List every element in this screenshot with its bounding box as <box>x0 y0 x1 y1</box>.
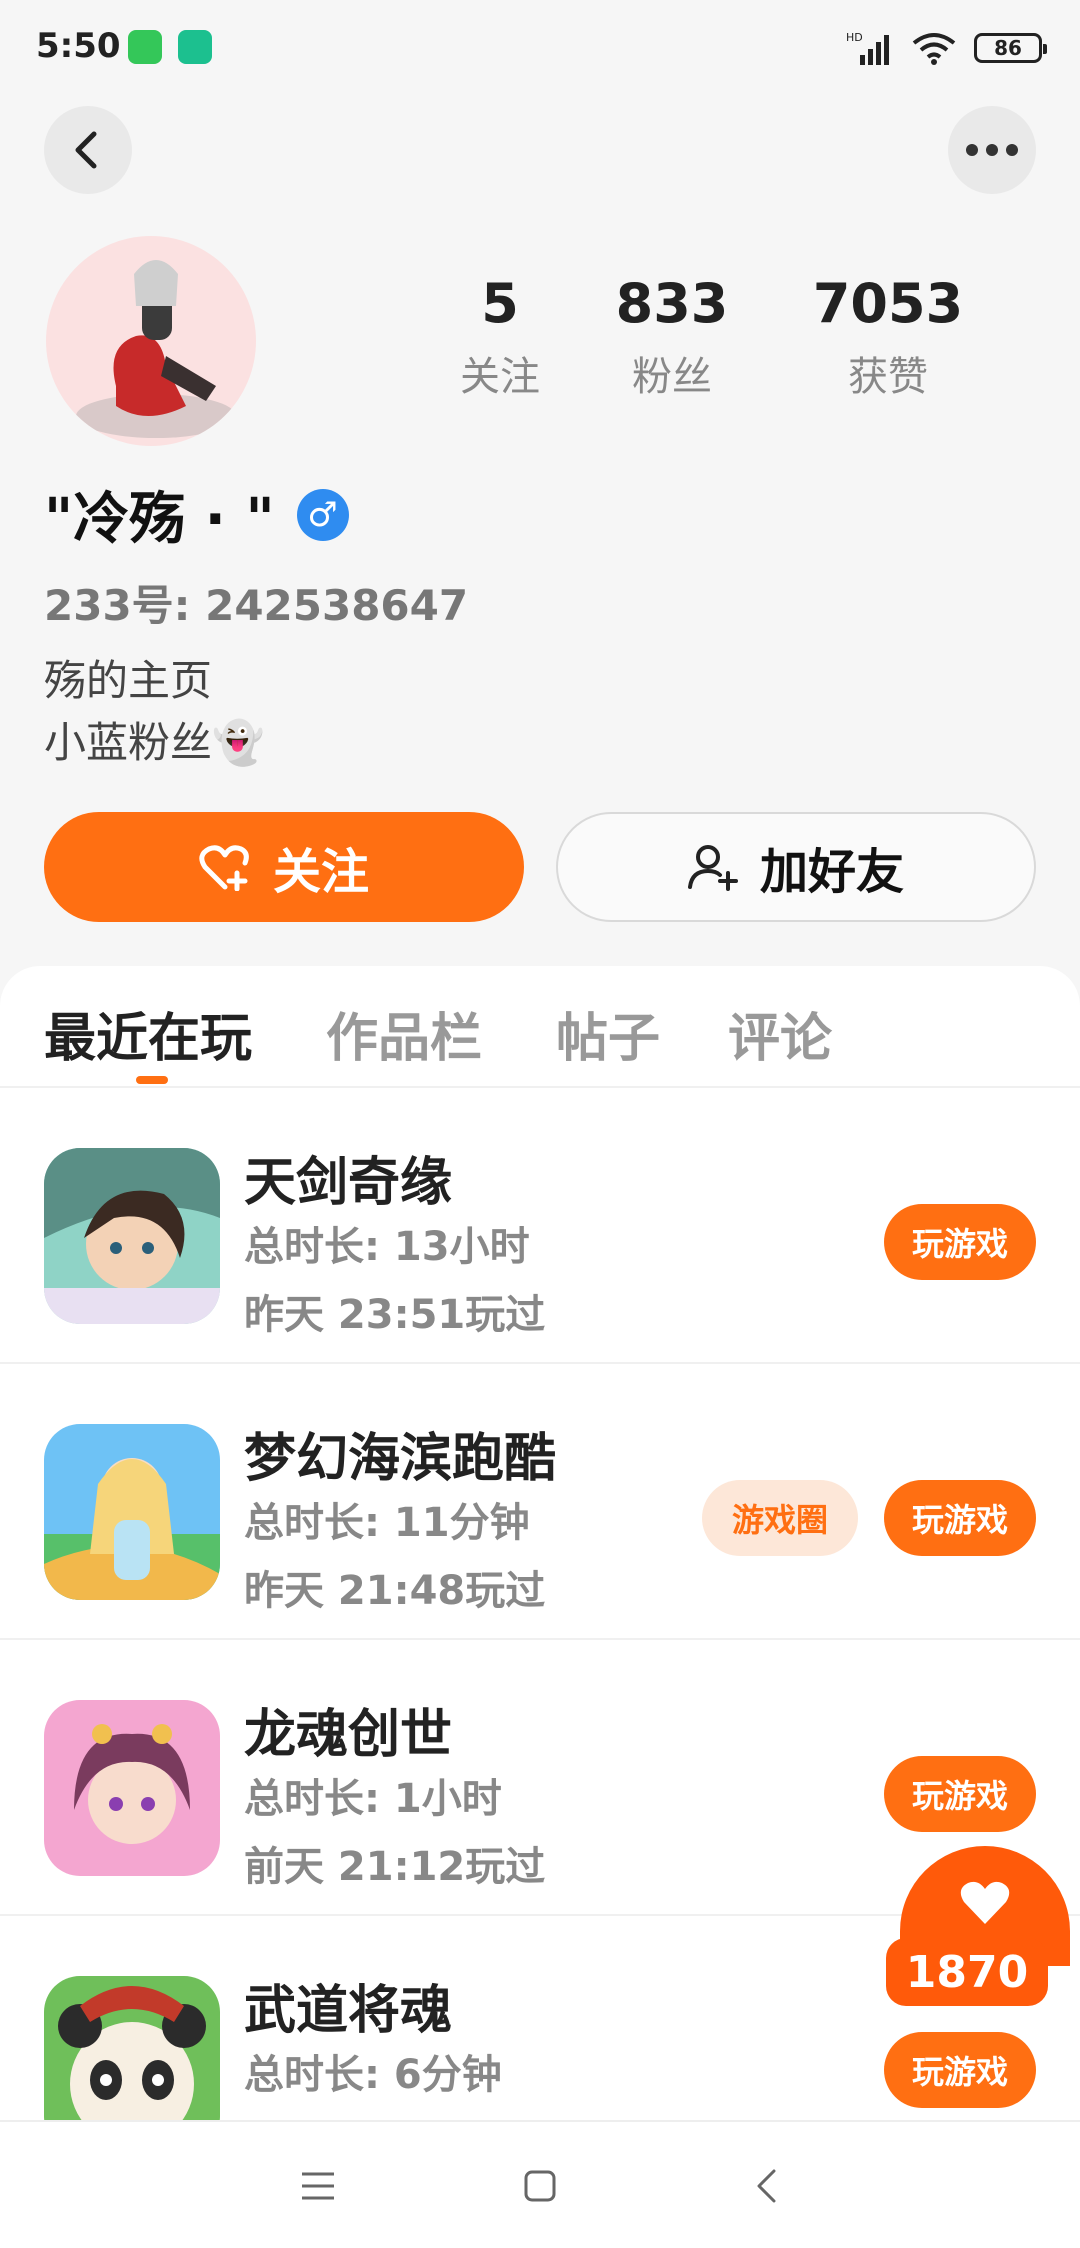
game-circle-button[interactable]: 游戏圈 <box>702 1480 858 1556</box>
game-title: 天剑奇缘 <box>244 1153 453 1213</box>
notification-app-icon-2 <box>178 30 212 64</box>
game-icon[interactable] <box>44 1700 220 1876</box>
tab-posts[interactable]: 帖子 <box>556 996 660 1071</box>
add-friend-button[interactable]: 加好友 <box>556 812 1036 922</box>
heart-icon <box>960 1881 1010 1924</box>
profile-page: 5:50 HD 86 5 关注 833 粉丝 7053 获赞 "冷殇 · " ♂… <box>0 0 1080 2248</box>
game-last-played: 前天 21:12玩过 <box>244 1844 546 1890</box>
game-title: 龙魂创世 <box>244 1705 453 1765</box>
game-row[interactable]: 天剑奇缘 总时长: 13小时 昨天 23:51玩过 玩游戏 <box>0 1088 1080 1364</box>
nickname-row: "冷殇 · " ♂ <box>44 474 349 555</box>
game-duration: 总时长: 6分钟 <box>244 2052 502 2098</box>
game-cover-art <box>44 1148 220 1324</box>
stat-following-label: 关注 <box>460 354 540 400</box>
male-gender-icon: ♂ <box>296 488 349 541</box>
back-button[interactable] <box>44 106 132 194</box>
play-game-button[interactable]: 玩游戏 <box>884 1756 1036 1832</box>
signal-icon: HD <box>846 31 889 65</box>
heart-plus-icon <box>199 845 249 891</box>
add-friend-button-label: 加好友 <box>759 844 904 900</box>
play-game-button[interactable]: 玩游戏 <box>884 1480 1036 1556</box>
game-last-played: 昨天 23:51玩过 <box>244 1292 546 1338</box>
follow-button-label: 关注 <box>272 844 369 900</box>
follow-button[interactable]: 关注 <box>44 812 524 922</box>
tab-works[interactable]: 作品栏 <box>326 996 482 1071</box>
nickname: "冷殇 · " <box>44 487 275 552</box>
active-tab-indicator <box>136 1076 168 1084</box>
stat-likes-count: 7053 <box>812 272 964 335</box>
floating-like-button[interactable]: 1870 <box>886 1846 1072 2006</box>
network-label: HD <box>846 31 863 44</box>
game-duration: 总时长: 13小时 <box>244 1224 530 1270</box>
menu-icon[interactable] <box>288 2156 348 2216</box>
wifi-icon <box>912 33 956 65</box>
game-cover-art <box>44 1424 220 1600</box>
bio-line-2: 小蓝粉丝👻 <box>44 718 265 767</box>
stat-likes-label: 获赞 <box>848 354 928 400</box>
user-id: 233号: 242538647 <box>44 581 469 630</box>
avatar-illustration <box>76 260 236 438</box>
system-nav-bar <box>0 2120 1080 2248</box>
game-duration: 总时长: 1小时 <box>244 1776 502 1822</box>
game-cover-art <box>44 1700 220 1876</box>
more-button[interactable] <box>948 106 1036 194</box>
tab-recently-played[interactable]: 最近在玩 <box>44 996 252 1071</box>
bio: 殇的主页 小蓝粉丝👻 <box>44 650 264 774</box>
game-duration: 总时长: 11分钟 <box>244 1500 530 1546</box>
avatar[interactable] <box>46 236 256 446</box>
stat-following-count: 5 <box>481 272 519 335</box>
status-icons: HD 86 <box>846 28 1047 68</box>
add-user-icon <box>687 845 738 891</box>
stat-fans-count: 833 <box>615 272 729 335</box>
stat-likes[interactable]: 7053 获赞 <box>788 272 988 402</box>
home-square-icon[interactable] <box>510 2156 570 2216</box>
battery-icon: 86 <box>974 33 1047 63</box>
status-bar: 5:50 HD 86 <box>0 0 1080 96</box>
more-dots-icon <box>966 144 1018 156</box>
game-row[interactable]: 梦幻海滨跑酷 总时长: 11分钟 昨天 21:48玩过 游戏圈 玩游戏 <box>0 1364 1080 1640</box>
game-cover-art <box>44 1976 220 2120</box>
stat-fans-label: 粉丝 <box>632 354 712 400</box>
stat-fans[interactable]: 833 粉丝 <box>572 272 772 402</box>
bio-line-1: 殇的主页 <box>44 656 213 705</box>
game-title: 武道将魂 <box>244 1981 453 2041</box>
play-game-button[interactable]: 玩游戏 <box>884 1204 1036 1280</box>
stat-following[interactable]: 5 关注 <box>400 272 600 402</box>
play-game-button[interactable]: 玩游戏 <box>884 2032 1036 2108</box>
game-icon[interactable] <box>44 1976 220 2120</box>
notification-app-icon <box>128 30 162 64</box>
status-time: 5:50 <box>36 26 121 66</box>
back-nav-icon[interactable] <box>736 2156 796 2216</box>
floating-like-count: 1870 <box>886 1938 1048 2006</box>
game-icon[interactable] <box>44 1424 220 1600</box>
tab-bar: 最近在玩 作品栏 帖子 评论 <box>0 966 1080 1088</box>
tab-comments[interactable]: 评论 <box>728 996 832 1071</box>
game-title: 梦幻海滨跑酷 <box>244 1429 557 1489</box>
game-icon[interactable] <box>44 1148 220 1324</box>
game-last-played: 昨天 21:48玩过 <box>244 1568 546 1614</box>
profile-stats: 5 关注 833 粉丝 7053 获赞 <box>400 272 1000 412</box>
back-arrow-icon <box>75 131 97 169</box>
